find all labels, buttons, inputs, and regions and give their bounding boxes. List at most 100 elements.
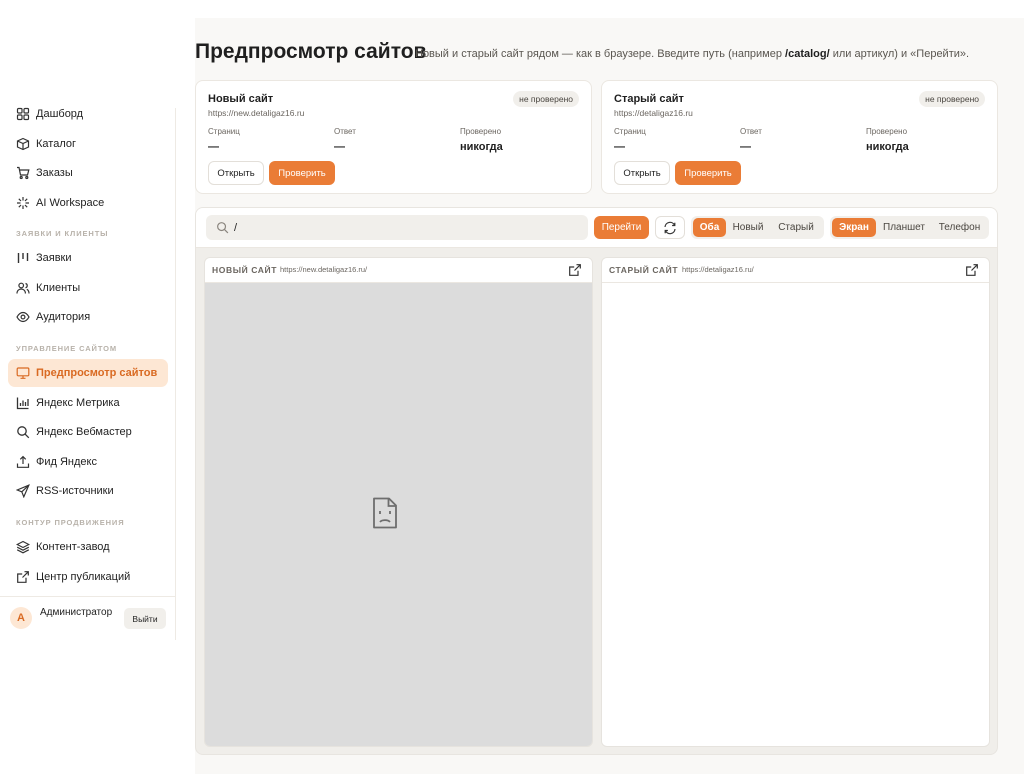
card-url: https://detaligaz16.ru xyxy=(614,108,693,118)
sidebar-item-catalog[interactable]: Каталог xyxy=(8,130,168,158)
subtitle-text: или артикул) и «Перейти». xyxy=(829,48,970,60)
sidebar-item-label: Предпросмотр сайтов xyxy=(36,367,158,379)
pane-url: https://detaligaz16.ru/ xyxy=(682,265,754,274)
sidebar-item-label: Яндекс Вебмастер xyxy=(36,426,132,438)
logout-button[interactable]: Выйти xyxy=(124,608,166,629)
stat-label: Ответ xyxy=(334,127,356,136)
sidebar-item-yandex-webmaster[interactable]: Яндекс Вебмастер xyxy=(8,418,168,446)
sidebar-item-label: Контент-завод xyxy=(36,541,110,553)
sidebar-item-label: Центр публикаций xyxy=(36,571,131,583)
upload-icon xyxy=(16,455,30,468)
eye-icon xyxy=(16,311,30,323)
send-icon xyxy=(16,484,30,498)
sidebar: Дашборд Каталог Заказы AI Workspace ЗАЯВ… xyxy=(0,107,176,640)
stat-value: — xyxy=(740,141,751,153)
sparkle-icon xyxy=(17,197,29,209)
sidebar-item-label: Клиенты xyxy=(36,282,81,294)
sidebar-item-label: Каталог xyxy=(36,138,76,150)
open-external-icon[interactable] xyxy=(568,263,582,277)
sidebar-item-requests[interactable]: Заявки xyxy=(8,244,168,272)
card-url: https://new.detaligaz16.ru xyxy=(208,108,305,118)
go-button[interactable]: Перейти xyxy=(594,216,649,239)
stat-value: — xyxy=(614,141,625,153)
user-name: Администратор xyxy=(40,607,113,618)
pane-url: https://new.detaligaz16.ru/ xyxy=(280,265,368,274)
sidebar-item-dashboard[interactable]: Дашборд xyxy=(8,100,168,128)
stat-label: Проверено xyxy=(460,127,502,136)
stat-label: Проверено xyxy=(866,127,908,136)
old-site-pane: СТАРЫЙ САЙТ https://detaligaz16.ru/ xyxy=(601,257,990,747)
status-badge: не проверено xyxy=(513,91,579,107)
stat-value: никогда xyxy=(866,141,909,153)
stat-value: — xyxy=(334,141,345,153)
sidebar-item-ai-workspace[interactable]: AI Workspace xyxy=(8,189,168,217)
device-mode-screen[interactable]: Экран xyxy=(832,218,876,237)
sidebar-item-label: RSS-источники xyxy=(36,485,114,497)
subtitle-text: Новый и старый сайт рядом — как в браузе… xyxy=(415,48,786,60)
sidebar-item-content-factory[interactable]: Контент-завод xyxy=(8,533,168,561)
sidebar-item-label: Заказы xyxy=(36,167,73,179)
new-site-pane: НОВЫЙ САЙТ https://new.detaligaz16.ru/ xyxy=(204,257,593,747)
users-icon xyxy=(16,282,30,294)
sidebar-item-label: Аудитория xyxy=(36,311,91,323)
check-new-site-button[interactable]: Проверить xyxy=(269,161,335,185)
preview-panel: Перейти Оба Новый Старый Экран Планшет Т… xyxy=(195,207,998,755)
sidebar-footer: А Администратор Выйти xyxy=(0,596,176,640)
stat-value: никогда xyxy=(460,141,503,153)
section-title-promo: КОНТУР ПРОДВИЖЕНИЯ xyxy=(16,518,125,527)
new-site-frame xyxy=(205,283,592,746)
broken-page-icon xyxy=(373,497,397,529)
old-site-card: Старый сайт https://detaligaz16.ru не пр… xyxy=(601,80,998,194)
device-mode-phone[interactable]: Телефон xyxy=(932,218,987,237)
pane-header: СТАРЫЙ САЙТ https://detaligaz16.ru/ xyxy=(602,258,989,283)
site-mode-toggle: Оба Новый Старый xyxy=(691,216,824,239)
sidebar-item-orders[interactable]: Заказы xyxy=(8,159,168,187)
site-mode-both[interactable]: Оба xyxy=(693,218,726,237)
sidebar-item-yandex-metrika[interactable]: Яндекс Метрика xyxy=(8,389,168,417)
sidebar-item-label: Заявки xyxy=(36,252,72,264)
site-mode-old[interactable]: Старый xyxy=(770,218,822,237)
status-badge: не проверено xyxy=(919,91,985,107)
pane-header: НОВЫЙ САЙТ https://new.detaligaz16.ru/ xyxy=(205,258,592,283)
card-title: Новый сайт xyxy=(208,93,274,105)
pane-title: НОВЫЙ САЙТ xyxy=(212,265,278,275)
sidebar-item-clients[interactable]: Клиенты xyxy=(8,274,168,302)
open-new-site-button[interactable]: Открыть xyxy=(208,161,264,185)
open-old-site-button[interactable]: Открыть xyxy=(614,161,670,185)
monitor-icon xyxy=(16,367,30,379)
sidebar-item-label: Яндекс Метрика xyxy=(36,397,120,409)
section-title-leads: ЗАЯВКИ И КЛИЕНТЫ xyxy=(16,229,109,238)
bar-chart-icon xyxy=(16,397,29,410)
card-title: Старый сайт xyxy=(614,93,684,105)
sidebar-item-rss-sources[interactable]: RSS-источники xyxy=(8,477,168,505)
old-site-frame xyxy=(602,283,989,746)
box-icon xyxy=(16,137,30,151)
stat-value: — xyxy=(208,141,219,153)
stat-label: Страниц xyxy=(614,127,646,136)
check-old-site-button[interactable]: Проверить xyxy=(675,161,741,185)
device-mode-toggle: Экран Планшет Телефон xyxy=(830,216,989,239)
pane-title: СТАРЫЙ САЙТ xyxy=(609,265,679,275)
main-content: Предпросмотр сайтов Новый и старый сайт … xyxy=(195,18,1024,774)
page-subtitle: Новый и старый сайт рядом — как в браузе… xyxy=(415,48,969,60)
sidebar-item-label: Фид Яндекс xyxy=(36,456,97,468)
section-title-sites: УПРАВЛЕНИЕ САЙТОМ xyxy=(16,344,118,353)
cart-icon xyxy=(17,166,30,180)
refresh-button[interactable] xyxy=(655,216,685,239)
site-mode-new[interactable]: Новый xyxy=(726,218,770,237)
open-external-icon[interactable] xyxy=(965,263,979,277)
preview-toolbar: Перейти Оба Новый Старый Экран Планшет Т… xyxy=(196,208,997,248)
path-input[interactable] xyxy=(234,219,574,236)
avatar: А xyxy=(10,607,32,629)
external-link-icon xyxy=(17,571,29,583)
sidebar-item-yandex-feed[interactable]: Фид Яндекс xyxy=(8,448,168,476)
new-site-card: Новый сайт https://new.detaligaz16.ru не… xyxy=(195,80,592,194)
sidebar-item-audience[interactable]: Аудитория xyxy=(8,303,168,331)
kanban-icon xyxy=(17,253,29,263)
sidebar-item-publication-center[interactable]: Центр публикаций xyxy=(8,563,168,591)
subtitle-code: /catalog/ xyxy=(785,48,830,60)
device-mode-tablet[interactable]: Планшет xyxy=(876,218,932,237)
search-icon xyxy=(17,426,30,439)
refresh-icon xyxy=(664,221,676,234)
sidebar-item-site-preview[interactable]: Предпросмотр сайтов xyxy=(8,359,168,387)
